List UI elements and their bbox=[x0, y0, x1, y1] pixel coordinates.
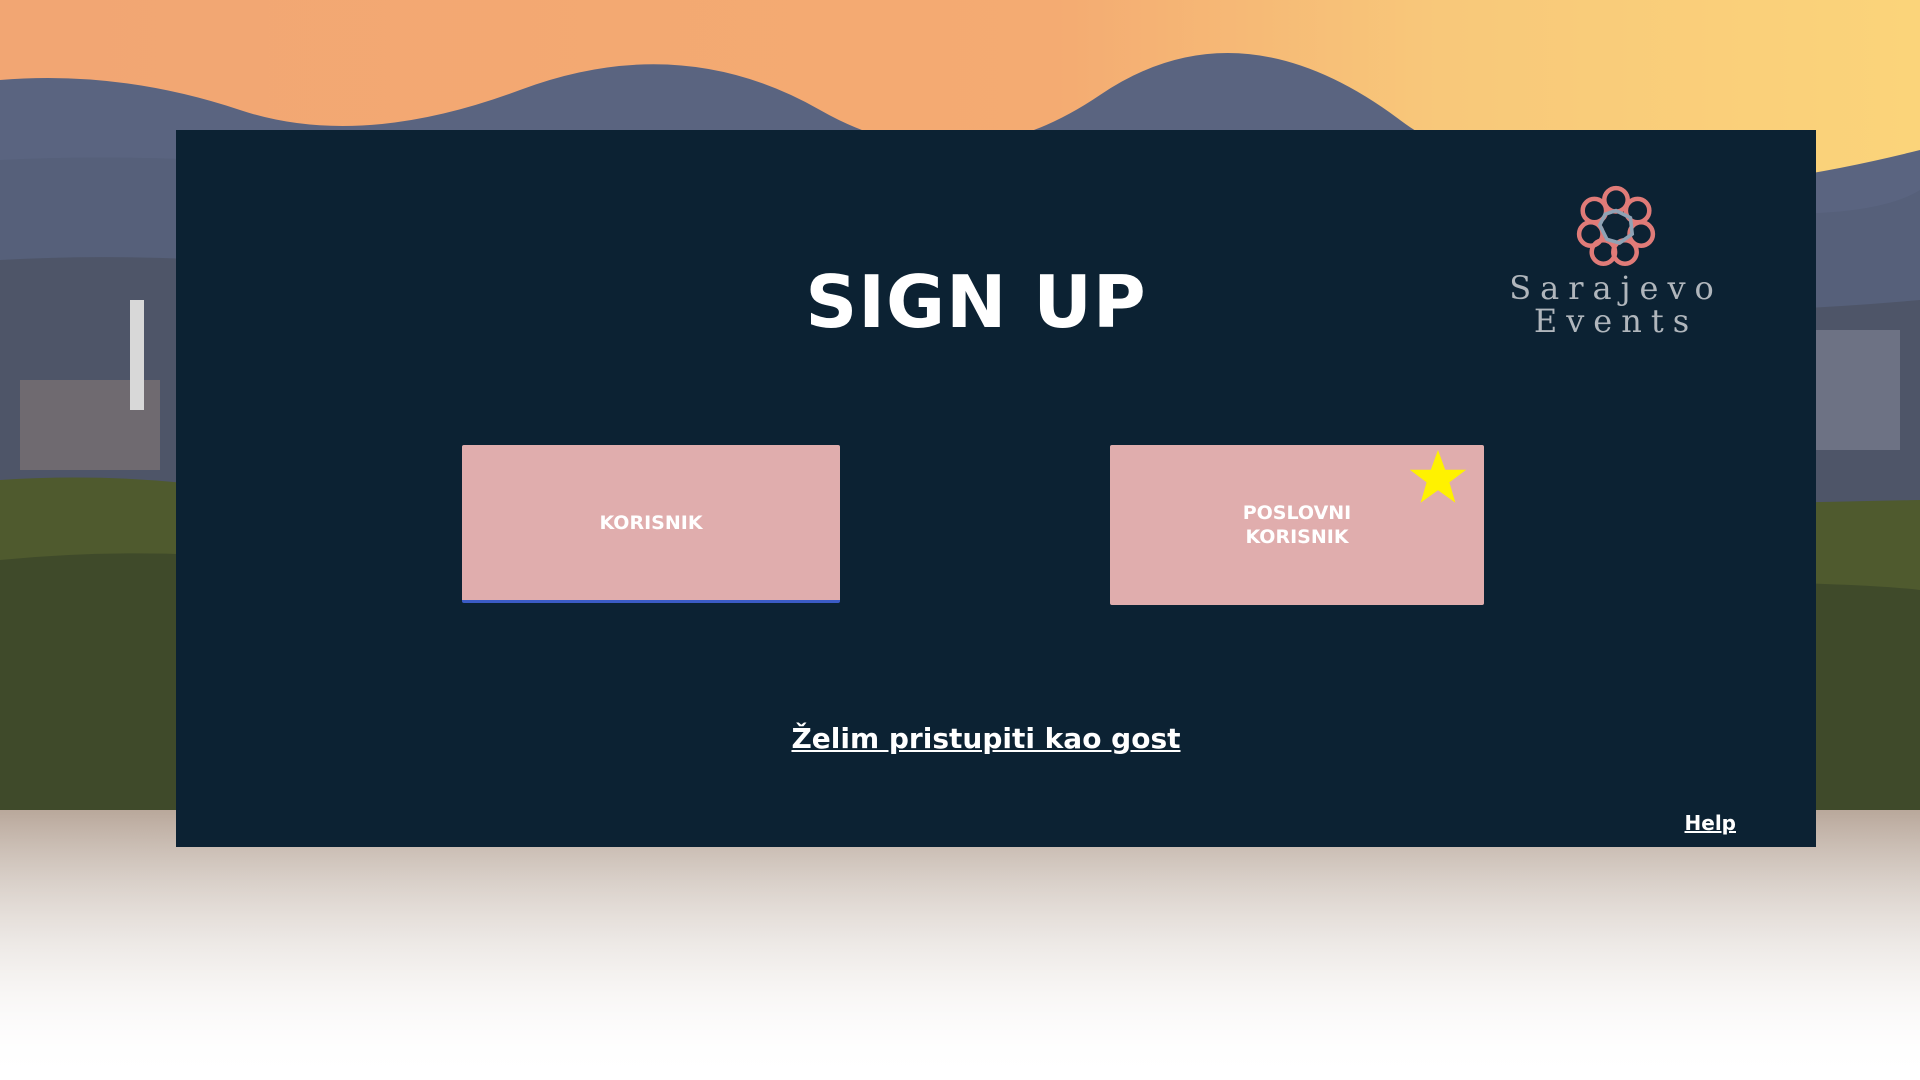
app-logo: Sarajevo Events bbox=[1506, 180, 1726, 338]
signup-panel: SIGN UP Sarajevo Events KORISNIK POSLOVN… bbox=[176, 130, 1816, 847]
user-signup-button[interactable]: KORISNIK bbox=[462, 445, 840, 603]
logo-line-1: Sarajevo bbox=[1509, 269, 1723, 307]
signup-screen: SIGN UP Sarajevo Events KORISNIK POSLOVN… bbox=[0, 0, 1920, 1080]
star-icon bbox=[1409, 450, 1467, 503]
guest-access-link[interactable]: Želim pristupiti kao gost bbox=[176, 722, 1796, 755]
logo-line-2: Events bbox=[1533, 302, 1699, 340]
knot-ornament-icon bbox=[1576, 185, 1656, 266]
business-signup-label: POSLOVNI KORISNIK bbox=[1242, 502, 1352, 548]
user-signup-label: KORISNIK bbox=[599, 511, 703, 534]
business-user-signup-button[interactable]: POSLOVNI KORISNIK bbox=[1110, 445, 1484, 605]
help-link[interactable]: Help bbox=[1685, 811, 1736, 835]
